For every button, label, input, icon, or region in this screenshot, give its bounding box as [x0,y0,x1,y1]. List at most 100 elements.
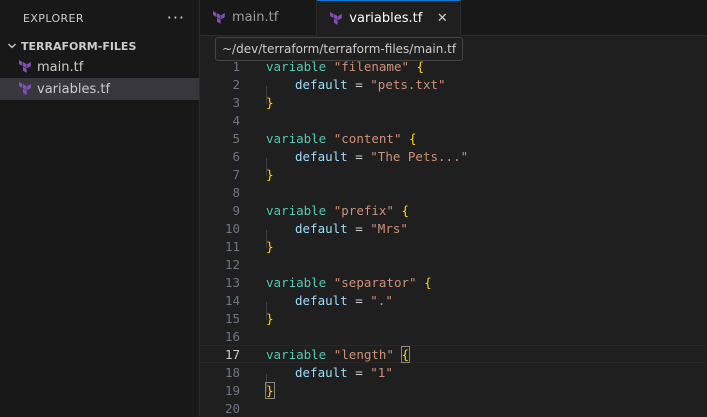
code-text: default = "1" [266,364,393,392]
explorer-title: EXPLORER [23,11,84,25]
tab-variables-tf[interactable]: variables.tf ✕ [317,0,462,36]
line-number: 8 [232,184,240,200]
code-line[interactable]: 2 default = "pets.txt" [200,75,707,104]
close-brace: } [266,310,274,326]
code-text: } [265,381,275,399]
variable-name: "separator" [333,274,417,290]
operator: = [355,220,363,236]
operator: = [355,148,363,164]
code-line[interactable]: 15} [200,309,707,327]
code-line[interactable]: 19} [200,381,707,399]
code-text: default = "Mrs" [266,220,408,248]
close-brace: } [266,94,274,110]
code-line[interactable]: 14 default = "." [200,291,707,320]
attribute-name: default [295,148,348,164]
open-brace: { [424,274,432,290]
code-line[interactable]: 9 variable "prefix" { [200,201,707,219]
code-text: variable "prefix" { [266,203,409,218]
explorer-header: EXPLORER ··· [0,0,199,36]
terraform-icon [330,11,343,25]
attribute-name: default [295,364,348,380]
code-line[interactable]: 4 [200,111,707,129]
line-number: 13 [224,274,240,290]
attribute-name: default [295,220,348,236]
chevron-down-icon [8,43,16,49]
code-line[interactable]: 12 [200,255,707,273]
code-line[interactable]: 8 [200,183,707,201]
line-number: 15 [224,310,240,326]
line-number: 20 [224,400,240,416]
folder-label: TERRAFORM-FILES [21,39,137,53]
close-brace: } [266,238,274,254]
close-icon[interactable]: ✕ [434,11,450,27]
code-text: default = "." [266,292,393,320]
variable-name: "length" [333,346,394,362]
operator: = [355,76,363,92]
line-number: 14 [224,292,240,308]
string-value: "." [370,292,393,308]
string-value: "The Pets..." [370,148,469,164]
code-text: variable "length" { [266,345,410,363]
file-variables-tf[interactable]: variables.tf [0,78,199,100]
terraform-icon [19,82,31,95]
close-brace: } [266,166,274,182]
open-brace: { [400,345,410,363]
close-icon[interactable] [290,10,306,26]
file-path-tooltip: ~/dev/terraform/terraform-files/main.tf [215,37,464,61]
line-number: 12 [224,256,240,272]
line-number: 6 [232,148,240,164]
code-text: } [266,311,274,326]
code-line[interactable]: 6 default = "The Pets..." [200,147,707,176]
file-label: main.tf [37,59,84,75]
code-text: } [266,167,274,182]
folder-terraform-files[interactable]: TERRAFORM-FILES [0,36,199,56]
string-value: "1" [370,364,393,380]
line-number: 16 [224,328,240,344]
terraform-icon [213,10,225,24]
open-brace: { [401,202,410,218]
terraform-icon [19,60,31,73]
code-text: variable "content" { [266,131,417,146]
tab-label: main.tf [232,10,279,25]
variable-name: "prefix" [333,202,394,218]
code-text: default = "The Pets..." [266,148,469,176]
code-line[interactable]: 13 variable "separator" { [200,273,707,291]
code-line[interactable]: 10 default = "Mrs" [200,219,707,248]
code-text: } [266,239,274,254]
line-number: 11 [224,238,240,254]
keyword: variable [266,202,327,218]
close-brace: } [265,381,275,399]
line-number: 3 [232,94,240,110]
attribute-name: default [295,292,348,308]
operator: = [355,292,363,308]
line-number: 18 [224,364,240,380]
line-number: 17 [224,346,240,362]
file-main-tf[interactable]: main.tf [0,56,199,78]
code-editor[interactable]: 1 variable "filename" {2 default = "pets.t… [200,57,707,417]
keyword: variable [266,274,327,290]
tab-main-tf[interactable]: main.tf [200,0,318,35]
code-line[interactable]: 20 [200,399,707,417]
line-number: 9 [232,202,240,218]
explorer-sidebar: EXPLORER ··· TERRAFORM-FILES main.tf var… [0,0,200,417]
code-text: } [266,95,274,110]
code-line[interactable]: 3} [200,93,707,111]
code-line[interactable]: 16 [200,327,707,345]
tab-label: variables.tf [349,11,423,26]
keyword: variable [266,346,327,362]
more-actions-icon[interactable]: ··· [167,10,185,26]
code-text: variable "separator" { [266,275,432,290]
editor-tab-bar: main.tf variables.tf ✕ [200,0,707,36]
line-number: 2 [232,76,240,92]
code-text: default = "pets.txt" [266,76,446,104]
code-line[interactable]: 18 default = "1" [200,363,707,392]
line-number: 4 [232,112,240,128]
line-number: 7 [232,166,240,182]
code-line[interactable]: 11} [200,237,707,255]
line-number: 10 [224,220,240,236]
code-line[interactable]: 17 variable "length" { [200,345,707,363]
code-line[interactable]: 5 variable "content" { [200,129,707,147]
line-number: 19 [224,382,240,398]
code-line[interactable]: 7} [200,165,707,183]
line-number: 5 [232,130,240,146]
